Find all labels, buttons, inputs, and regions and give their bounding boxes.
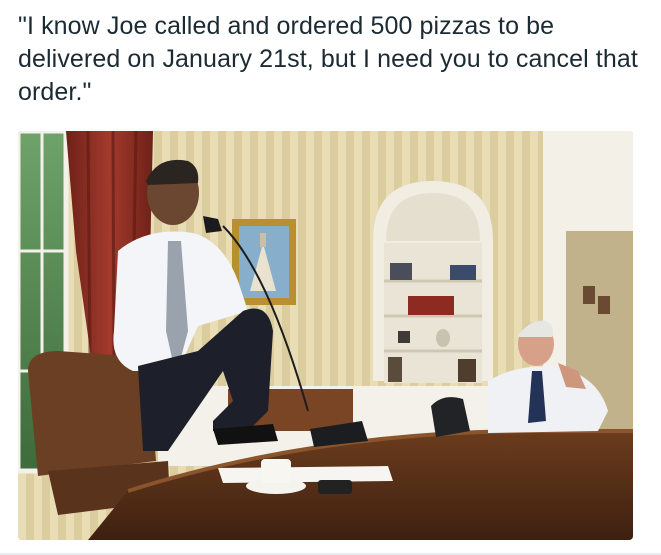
photo-image[interactable] <box>18 131 633 540</box>
oval-office-scene <box>18 131 633 540</box>
paper-sheet <box>218 466 393 483</box>
coffee-cup <box>261 459 291 483</box>
tweet-caption: "I know Joe called and ordered 500 pizza… <box>18 12 638 106</box>
